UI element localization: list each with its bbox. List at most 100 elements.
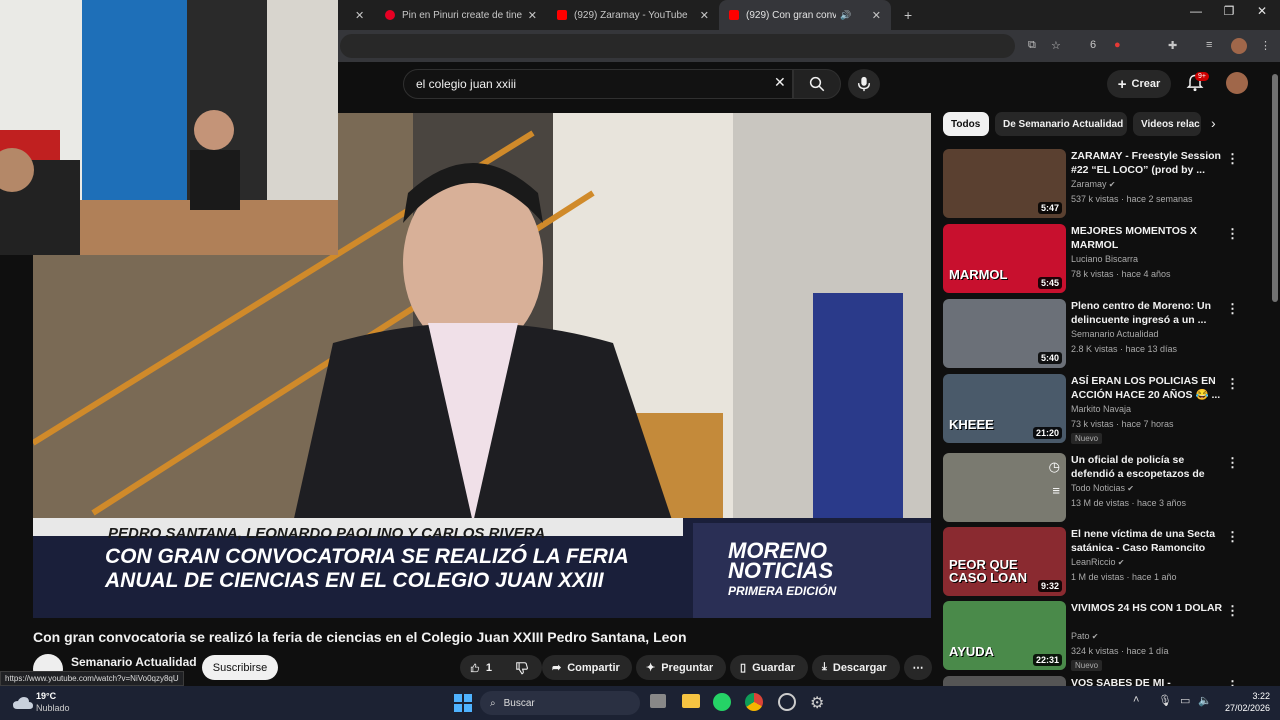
network-icon[interactable]: ▭ (1180, 694, 1190, 707)
more-options-icon[interactable]: ⋮ (1226, 376, 1239, 392)
duration-badge: 21:20 (1032, 427, 1062, 439)
ask-button[interactable]: ✦ Preguntar (636, 655, 726, 680)
weather-temp[interactable]: 19°C (36, 691, 56, 701)
chevron-up-icon[interactable]: ˄ (1133, 694, 1139, 706)
chip-related[interactable]: Videos relac (1133, 112, 1201, 136)
recommendation-item[interactable]: 5:40 Pleno centro de Moreno: Un delincuen… (943, 299, 1253, 369)
more-options-icon[interactable]: ⋮ (1226, 603, 1239, 619)
tab-pinterest[interactable]: Pin en Pinuri create de tine ✕ (375, 0, 547, 30)
speaker-icon[interactable]: 🔊 (840, 10, 851, 21)
recommendation-item[interactable]: ◷ ≡ Un oficial de policía se defendió a es… (943, 453, 1253, 523)
watch-later-icon[interactable]: ◷ (1049, 459, 1060, 475)
save-button[interactable]: ▯ Guardar (730, 655, 808, 680)
tab-close-prev[interactable]: ✕ (345, 0, 373, 30)
extension-red-icon[interactable]: ● (1114, 39, 1121, 51)
recommendation-title[interactable]: El nene víctima de una Secta satánica - … (1071, 527, 1226, 555)
profile-avatar[interactable] (1231, 38, 1247, 54)
tab-close-icon[interactable]: ✕ (528, 9, 537, 22)
more-actions-button[interactable]: ⋯ (904, 655, 932, 680)
video-thumbnail[interactable] (943, 676, 1066, 686)
account-avatar[interactable] (1226, 72, 1248, 94)
windows-start-icon[interactable] (454, 694, 472, 712)
voice-search-button[interactable] (848, 69, 880, 99)
settings-gear-icon[interactable]: ⚙ (810, 693, 824, 713)
recommendation-item[interactable]: KHEEE 21:20 ASÍ ERAN LOS POLICIAS EN ACCIÓ… (943, 374, 1253, 444)
media-control-icon[interactable]: ≡ (1206, 39, 1212, 51)
bookmark-star-icon[interactable]: ☆ (1051, 39, 1061, 52)
close-window-button[interactable]: ✕ (1252, 4, 1272, 18)
share-button[interactable]: ➦ Compartir (542, 655, 632, 680)
like-button[interactable]: 1 (460, 655, 502, 680)
more-options-icon[interactable]: ⋮ (1226, 301, 1239, 317)
file-explorer-icon[interactable] (682, 694, 700, 708)
more-options-icon[interactable]: ⋮ (1226, 455, 1239, 471)
recommendation-title[interactable]: VOS SABES DE MI - GONZALO (1071, 676, 1226, 686)
recommendation-item[interactable]: MARMOL 5:45 MEJORES MOMENTOS X MARMOL Lucia… (943, 224, 1253, 294)
taskbar-search[interactable]: ⌕ Buscar (480, 691, 640, 715)
clock-date[interactable]: 27/02/2026 (1210, 703, 1270, 713)
app-icon[interactable] (778, 693, 796, 711)
logo-line2: NOTICIAS (728, 558, 834, 583)
create-button[interactable]: + Crear (1107, 70, 1171, 98)
omnibox[interactable] (340, 34, 1015, 58)
video-thumbnail[interactable]: MARMOL 5:45 (943, 224, 1066, 293)
more-options-icon[interactable]: ⋮ (1226, 226, 1239, 242)
recommendation-title[interactable]: ZARAMAY - Freestyle Session #22 “EL LOCO… (1071, 149, 1226, 177)
recommendation-channel[interactable]: Zaramay ✔ (1071, 179, 1115, 189)
recommendation-title[interactable]: VIVIMOS 24 HS CON 1 DOLAR (1071, 601, 1226, 615)
recommendation-channel[interactable]: LeanRiccio ✔ (1071, 557, 1124, 567)
microphone-tray-icon[interactable]: 🎙 (1158, 694, 1172, 707)
recommendation-title[interactable]: Pleno centro de Moreno: Un delincuente i… (1071, 299, 1226, 327)
recommendation-item[interactable]: VOS SABES DE MI - GONZALO⋮ (943, 676, 1253, 686)
recommendation-title[interactable]: Un oficial de policía se defendió a esco… (1071, 453, 1226, 481)
recommendation-channel[interactable]: Luciano Biscarra (1071, 254, 1138, 264)
tab-zaramay[interactable]: (929) Zaramay - YouTube ✕ (547, 0, 719, 30)
chip-channel[interactable]: De Semanario Actualidad (995, 112, 1127, 136)
tab-close-icon[interactable]: ✕ (872, 9, 881, 22)
more-options-icon[interactable]: ⋮ (1226, 151, 1239, 167)
tab-close-icon[interactable]: ✕ (700, 9, 709, 22)
recommendation-channel[interactable]: Markito Navaja (1071, 404, 1131, 414)
subscribe-button[interactable]: Suscribirse (202, 655, 278, 680)
video-thumbnail[interactable]: ◷ ≡ (943, 453, 1066, 522)
recommendation-item[interactable]: AYUDA 22:31 VIVIMOS 24 HS CON 1 DOLAR Pato … (943, 601, 1253, 671)
download-label: Descargar (832, 661, 887, 674)
minimize-button[interactable]: — (1186, 4, 1206, 18)
extension-icon[interactable]: 6 (1090, 39, 1096, 51)
recommendation-item[interactable]: 5:47 ZARAMAY - Freestyle Session #22 “EL … (943, 149, 1253, 219)
scrollbar-thumb[interactable] (1272, 74, 1278, 302)
dislike-button[interactable] (502, 655, 542, 680)
more-options-icon[interactable]: ⋮ (1226, 678, 1239, 686)
install-icon[interactable]: ⧉ (1028, 39, 1036, 52)
clear-search-icon[interactable]: ✕ (774, 74, 786, 91)
chip-todos[interactable]: Todos (943, 112, 989, 136)
chevron-right-icon[interactable]: › (1211, 115, 1216, 131)
clock-time[interactable]: 3:22 (1230, 691, 1270, 701)
menu-kebab-icon[interactable]: ⋮ (1260, 39, 1271, 52)
recommendation-title[interactable]: MEJORES MOMENTOS X MARMOL (1071, 224, 1226, 252)
video-thumbnail[interactable]: PEOR QUE CASO LOAN 9:32 (943, 527, 1066, 596)
tab-active-video[interactable]: (929) Con gran convocatori 🔊 ✕ (719, 0, 891, 30)
task-view-icon[interactable] (650, 694, 666, 708)
chrome-icon[interactable] (745, 693, 763, 711)
maximize-button[interactable]: ❐ (1219, 4, 1239, 18)
recommendation-channel[interactable]: Todo Noticias ✔ (1071, 483, 1134, 493)
search-input[interactable]: el colegio juan xxiii (403, 69, 793, 99)
recommendation-channel[interactable]: Pato ✔ (1071, 631, 1098, 641)
video-thumbnail[interactable]: AYUDA 22:31 (943, 601, 1066, 670)
recommendation-item[interactable]: PEOR QUE CASO LOAN 9:32 El nene víctima de… (943, 527, 1253, 597)
channel-name[interactable]: Semanario Actualidad (71, 655, 197, 669)
recommendation-channel[interactable]: Semanario Actualidad (1071, 329, 1159, 339)
new-tab-button[interactable]: + (894, 0, 918, 30)
scrollbar[interactable] (1270, 62, 1280, 686)
extensions-puzzle-icon[interactable]: ✚ (1168, 39, 1177, 52)
video-thumbnail[interactable]: 5:47 (943, 149, 1066, 218)
recommendation-title[interactable]: ASÍ ERAN LOS POLICIAS EN ACCIÓN HACE 20 … (1071, 374, 1226, 402)
video-thumbnail[interactable]: 5:40 (943, 299, 1066, 368)
search-button[interactable] (793, 69, 841, 99)
more-options-icon[interactable]: ⋮ (1226, 529, 1239, 545)
add-to-queue-icon[interactable]: ≡ (1052, 483, 1060, 498)
video-thumbnail[interactable]: KHEEE 21:20 (943, 374, 1066, 443)
whatsapp-icon[interactable] (713, 693, 731, 711)
download-button[interactable]: ⤓ Descargar (812, 655, 900, 680)
